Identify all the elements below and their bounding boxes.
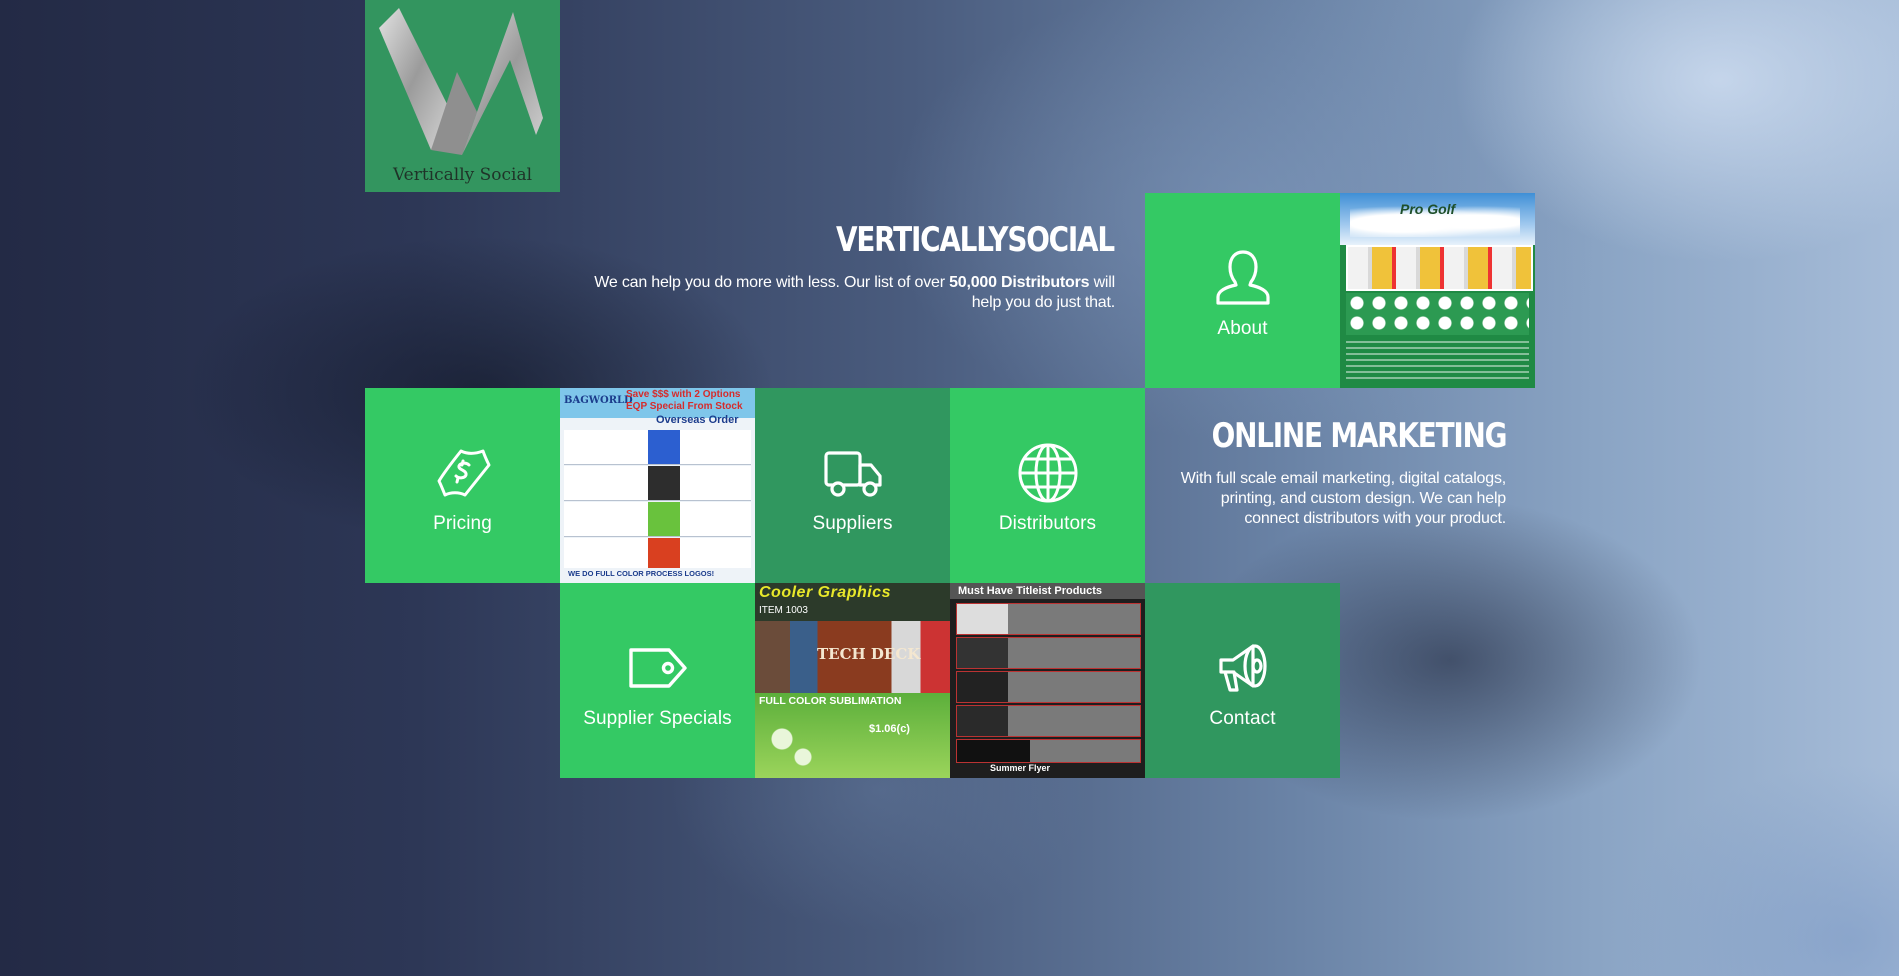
promo-tile-golf[interactable]: Pro Golf (1340, 193, 1535, 388)
cooler-product-name: TECH DECK (817, 645, 921, 663)
titleist-product-3 (956, 671, 1141, 703)
about-section-title: VERTICALLYSOCIAL (836, 220, 1115, 260)
blurb-text-before: We can help you do more with less. Our l… (594, 274, 950, 291)
nav-tile-pricing[interactable]: Pricing (365, 388, 560, 583)
megaphone-icon (1218, 643, 1267, 692)
bag-product-2 (564, 466, 751, 501)
distributor-count: 50,000 Distributors (949, 274, 1090, 291)
golf-ball-field (1346, 293, 1529, 335)
bag-product-3 (564, 502, 751, 537)
titleist-product-4 (956, 705, 1141, 737)
cooler-item-number: ITEM 1003 (759, 605, 808, 616)
titleist-product-1 (956, 603, 1141, 635)
bagworld-footer: WE DO FULL COLOR PROCESS LOGOS! (568, 569, 715, 578)
nav-tile-about[interactable]: About (1145, 193, 1340, 388)
nav-label-supplier-specials: Supplier Specials (583, 707, 732, 729)
bagworld-sub2: Overseas Order (656, 414, 739, 426)
nav-label-distributors: Distributors (998, 512, 1097, 534)
titleist-promo-title: Must Have Titleist Products (958, 585, 1103, 597)
bagworld-sub1: EQP Special From Stock (626, 401, 743, 412)
nav-label-pricing: Pricing (433, 512, 492, 534)
promo-tile-cooler[interactable]: Cooler Graphics ITEM 1003 TECH DECK FULL… (755, 583, 950, 778)
tag-icon (628, 647, 687, 688)
cooler-footer: FULL COLOR SUBLIMATION (759, 695, 902, 707)
golf-ball-banner (1346, 245, 1533, 291)
logo-tile[interactable]: Vertically Social (365, 0, 560, 192)
nav-tile-contact[interactable]: Contact (1145, 583, 1340, 778)
bag-product-1 (564, 430, 751, 465)
bagworld-brand: BAGWORLD (564, 395, 633, 406)
nav-tile-distributors[interactable]: Distributors (950, 388, 1145, 583)
marketing-section-blurb: With full scale email marketing, digital… (1180, 470, 1506, 527)
logo-text: Vertically Social (392, 165, 533, 185)
bagworld-headline: Save $$$ with 2 Options (626, 389, 741, 400)
golf-promo-title: Pro Golf (1400, 201, 1456, 217)
cooler-promo-title: Cooler Graphics (759, 584, 891, 601)
golf-details (1346, 341, 1529, 381)
truck-icon (823, 450, 882, 497)
bag-product-4 (564, 538, 751, 568)
titleist-product-5 (956, 739, 1141, 763)
globe-icon (1018, 443, 1077, 502)
user-icon (1215, 249, 1270, 305)
nav-label-contact: Contact (1209, 707, 1276, 729)
cooler-vines (761, 715, 831, 775)
cooler-price: $1.06(c) (869, 723, 910, 735)
money-icon (437, 449, 490, 496)
logo-icon (379, 8, 543, 155)
nav-tile-suppliers[interactable]: Suppliers (755, 388, 950, 583)
titleist-product-2 (956, 637, 1141, 669)
marketing-section-title: ONLINE MARKETING (1211, 416, 1507, 456)
nav-tile-supplier-specials[interactable]: Supplier Specials (560, 583, 755, 778)
about-section-blurb: We can help you do more with less. Our l… (585, 273, 1115, 313)
titleist-footer: Summer Flyer (990, 763, 1051, 773)
promo-tile-titleist[interactable]: Must Have Titleist Products Summer Flyer (950, 583, 1145, 778)
nav-label-suppliers: Suppliers (812, 512, 893, 534)
nav-label-about: About (1217, 317, 1268, 339)
promo-tile-bagworld[interactable]: BAGWORLD Save $$$ with 2 Options EQP Spe… (560, 388, 755, 583)
